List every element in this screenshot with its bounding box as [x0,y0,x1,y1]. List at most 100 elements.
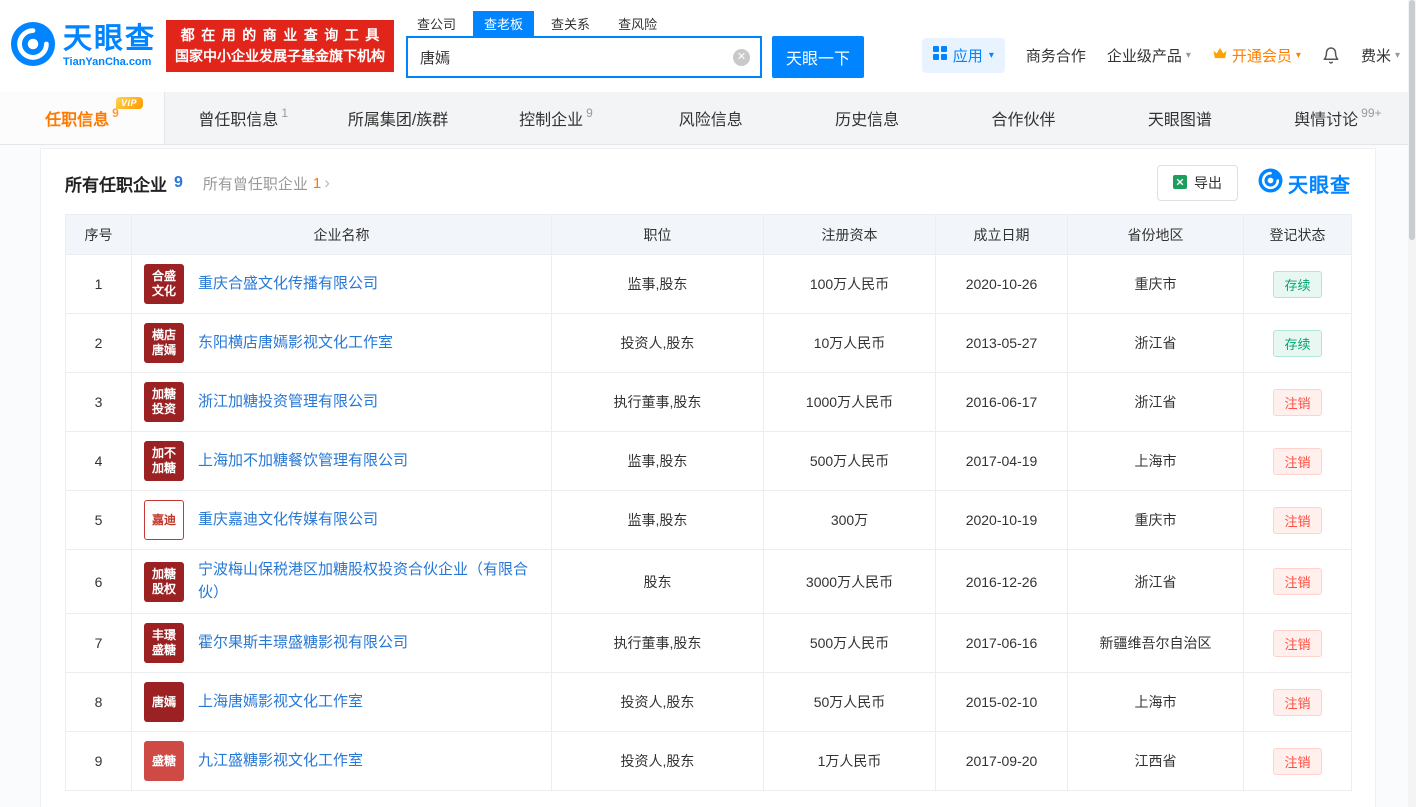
company-logo: 嘉迪 [144,500,184,540]
row-index-cell: 4 [66,432,132,491]
column-header-1: 企业名称 [132,215,552,255]
scrollbar-thumb[interactable] [1409,0,1415,240]
company-logo: 加糖 投资 [144,382,184,422]
page-scrollbar[interactable] [1408,0,1416,807]
business-cooperation-link[interactable]: 商务合作 [1026,45,1086,66]
company-name-link[interactable]: 上海加不加糖餐饮管理有限公司 [198,450,408,473]
status-cell: 注销 [1244,373,1352,432]
search-tab-0[interactable]: 查公司 [406,11,467,36]
region-cell: 浙江省 [1068,314,1244,373]
nav-tab-label: 所属集团/族群 [348,106,448,130]
nav-tab-8[interactable]: 舆情讨论 99+ [1260,92,1416,144]
card-title: 所有任职企业 [65,171,167,196]
date-cell: 2020-10-26 [936,255,1068,314]
nav-tab-1[interactable]: 曾任职信息 1 [165,92,321,144]
nav-tab-5[interactable]: 历史信息 [791,92,947,144]
chevron-down-icon: ▾ [1186,50,1191,61]
former-positions-link[interactable]: 所有曾任职企业 1 › [203,173,330,194]
status-badge: 存续 [1273,271,1321,298]
search-tab-1[interactable]: 查老板 [473,11,534,36]
date-cell: 2020-10-19 [936,491,1068,550]
status-cell: 注销 [1244,732,1352,791]
table-row: 1 合盛 文化 重庆合盛文化传播有限公司 监事,股东 100万人民币 2020-… [66,255,1352,314]
user-account-menu[interactable]: 费米 ▾ [1361,45,1400,66]
open-vip-menu[interactable]: 开通会员 ▾ [1212,45,1301,66]
search-input[interactable] [408,49,733,66]
row-index-cell: 2 [66,314,132,373]
row-number: 2 [95,335,103,351]
slogan-line1: 都在用的商业查询工具 [175,25,392,46]
company-name-cell: 丰璟 盛糖 霍尔果斯丰璟盛糖影视有限公司 [132,614,552,673]
position-cell: 监事,股东 [552,432,764,491]
vip-badge: VIP [116,97,143,109]
nav-tab-label: 风险信息 [679,106,743,130]
clear-search-icon[interactable]: ✕ [733,49,750,66]
tianyancha-logo[interactable]: 天眼查 TianYanCha.com [10,21,156,72]
company-name-link[interactable]: 霍尔果斯丰璟盛糖影视有限公司 [198,632,408,655]
company-logo: 唐嫣 [144,682,184,722]
table-row: 2 横店 唐嫣 东阳横店唐嫣影视文化工作室 投资人,股东 10万人民币 2013… [66,314,1352,373]
nav-tab-7[interactable]: 天眼图谱 [1103,92,1259,144]
date-cell: 2016-06-17 [936,373,1068,432]
export-button[interactable]: 导出 [1157,165,1238,201]
company-name-link[interactable]: 宁波梅山保税港区加糖股权投资合伙企业（有限合伙） [198,559,545,604]
company-name-link[interactable]: 重庆嘉迪文化传媒有限公司 [198,509,378,532]
date-cell: 2013-05-27 [936,314,1068,373]
status-cell: 注销 [1244,432,1352,491]
company-name-link[interactable]: 九江盛糖影视文化工作室 [198,750,363,773]
region-cell: 重庆市 [1068,491,1244,550]
position-cell: 执行董事,股东 [552,614,764,673]
enterprise-products-menu[interactable]: 企业级产品 ▾ [1107,45,1191,66]
company-name-cell: 合盛 文化 重庆合盛文化传播有限公司 [132,255,552,314]
capital-cell: 1000万人民币 [764,373,936,432]
chevron-down-icon: ▾ [1296,50,1301,61]
column-header-5: 省份地区 [1068,215,1244,255]
position-cell: 监事,股东 [552,491,764,550]
chevron-down-icon: ▾ [1395,50,1400,61]
capital-cell: 1万人民币 [764,732,936,791]
company-name-link[interactable]: 浙江加糖投资管理有限公司 [198,391,378,414]
notification-bell-icon[interactable] [1322,46,1340,65]
row-index-cell: 8 [66,673,132,732]
capital-cell: 3000万人民币 [764,550,936,614]
company-logo: 合盛 文化 [144,264,184,304]
capital-cell: 500万人民币 [764,432,936,491]
status-cell: 注销 [1244,550,1352,614]
search-button[interactable]: 天眼一下 [772,36,864,78]
nav-tab-label: 舆情讨论 [1294,106,1358,130]
apps-menu-button[interactable]: 应用 ▾ [922,38,1005,73]
nav-tab-count: 99+ [1361,106,1381,120]
nav-tab-label: 任职信息 [45,106,109,130]
nav-tab-4[interactable]: 风险信息 [634,92,790,144]
tianyancha-logo-icon [10,21,56,72]
slogan-line2: 国家中小企业发展子基金旗下机构 [175,46,385,67]
status-badge: 注销 [1273,689,1321,716]
search-tab-3[interactable]: 查风险 [607,11,668,36]
status-badge: 注销 [1273,630,1321,657]
date-cell: 2015-02-10 [936,673,1068,732]
position-cell: 股东 [552,550,764,614]
status-cell: 注销 [1244,614,1352,673]
nav-tab-6[interactable]: 合作伙伴 [947,92,1103,144]
company-name-cell: 唐嫣 上海唐嫣影视文化工作室 [132,673,552,732]
row-number: 7 [95,635,103,651]
section-nav-tabs: 任职信息 9 VIP 曾任职信息 1 所属集团/族群 控制企业 9 风险信息 历… [0,92,1416,145]
search-tab-2[interactable]: 查关系 [540,11,601,36]
excel-export-icon [1173,175,1187,192]
company-name-link[interactable]: 上海唐嫣影视文化工作室 [198,691,363,714]
company-name-link[interactable]: 东阳横店唐嫣影视文化工作室 [198,332,393,355]
company-name-link[interactable]: 重庆合盛文化传播有限公司 [198,273,378,296]
region-cell: 江西省 [1068,732,1244,791]
search-box: ✕ [406,36,762,78]
nav-tab-0[interactable]: 任职信息 9 VIP [0,92,165,144]
region-cell: 浙江省 [1068,373,1244,432]
nav-tab-label: 天眼图谱 [1148,106,1212,130]
table-row: 6 加糖 股权 宁波梅山保税港区加糖股权投资合伙企业（有限合伙） 股东 3000… [66,550,1352,614]
column-header-4: 成立日期 [936,215,1068,255]
username: 费米 [1361,45,1391,66]
nav-tab-3[interactable]: 控制企业 9 [478,92,634,144]
position-cell: 投资人,股东 [552,673,764,732]
nav-tab-2[interactable]: 所属集团/族群 [321,92,477,144]
capital-cell: 500万人民币 [764,614,936,673]
nav-tab-count: 1 [281,106,288,120]
